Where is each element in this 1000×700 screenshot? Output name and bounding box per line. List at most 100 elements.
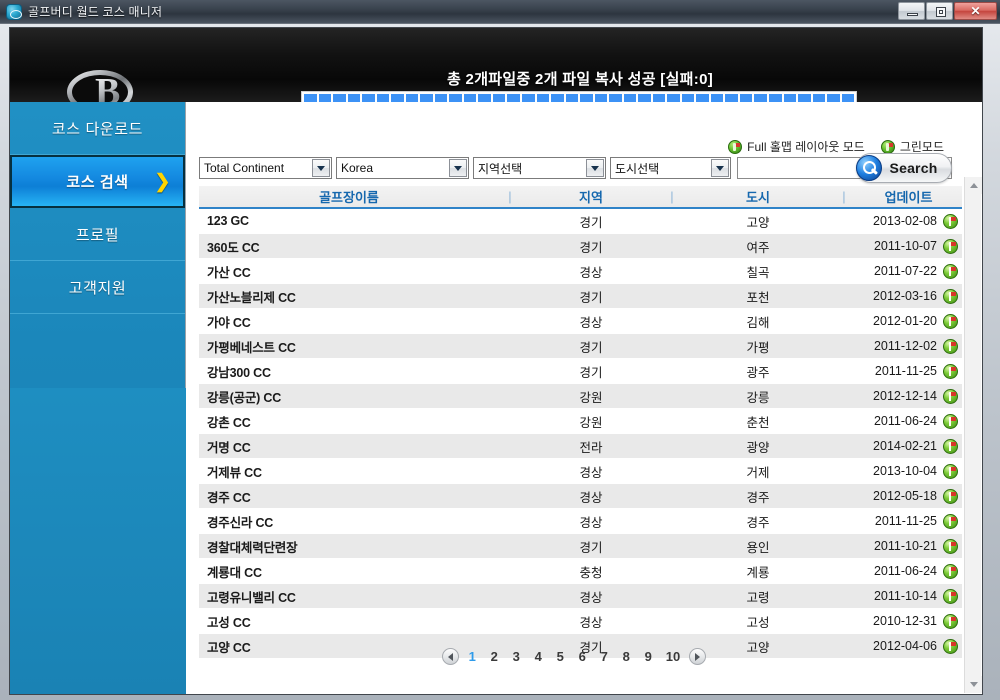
cell-spacer <box>833 434 855 458</box>
table-row[interactable]: 경주 CC 경상 경주 2012-05-18 <box>199 484 962 509</box>
green-flag-icon[interactable] <box>943 588 958 604</box>
table-row[interactable]: 계룡대 CC 충청 계룡 2011-06-24 <box>199 559 962 584</box>
minimize-button[interactable] <box>898 2 925 20</box>
scroll-down-icon[interactable] <box>965 676 982 693</box>
table-row[interactable]: 고령유니밸리 CC 경상 고령 2011-10-14 <box>199 584 962 609</box>
cell-spacer <box>499 359 521 383</box>
cell-spacer <box>833 609 855 633</box>
progress-segment <box>609 94 622 102</box>
cell-spacer <box>833 459 855 483</box>
pagination-page-8[interactable]: 8 <box>622 649 631 664</box>
green-flag-icon[interactable] <box>943 338 958 354</box>
update-date: 2012-03-16 <box>873 289 937 303</box>
green-flag-icon[interactable] <box>943 438 958 454</box>
cell-spacer <box>499 584 521 608</box>
progress-segment <box>492 94 506 102</box>
sidebar-item-profile[interactable]: 프로필 <box>10 208 185 261</box>
progress-segment <box>347 94 361 102</box>
update-date: 2012-12-14 <box>873 389 937 403</box>
cell-region: 경상 <box>579 265 603 280</box>
green-flag-icon <box>728 139 743 154</box>
sidebar-item-label: 고객지원 <box>68 279 127 297</box>
cell-course-name: 거명 CC <box>207 440 251 455</box>
table-row[interactable]: 123 GC 경기 고양 2013-02-08 <box>199 209 962 234</box>
cell-spacer <box>833 209 855 233</box>
cell-updated: 2011-11-25 <box>855 509 962 533</box>
green-flag-icon[interactable] <box>943 263 958 279</box>
column-header-region[interactable]: 지역 <box>521 186 661 207</box>
green-flag-icon[interactable] <box>943 538 958 554</box>
table-row[interactable]: 가평베네스트 CC 경기 가평 2011-12-02 <box>199 334 962 359</box>
pagination-page-1[interactable]: 1 <box>468 649 477 664</box>
table-row[interactable]: 360도 CC 경기 여주 2011-10-07 <box>199 234 962 259</box>
vertical-scrollbar[interactable] <box>964 177 982 693</box>
column-header-city[interactable]: 도시 <box>683 186 833 207</box>
green-flag-icon[interactable] <box>943 513 958 529</box>
sidebar-item-support[interactable]: 고객지원 <box>10 261 185 314</box>
pagination-prev-button[interactable] <box>441 648 459 665</box>
copy-status-text: 총 2개파일중 2개 파일 복사 성공 [실패:0] <box>446 71 714 88</box>
maximize-button[interactable] <box>926 2 953 20</box>
continent-select[interactable]: Total Continent <box>199 157 332 179</box>
table-row[interactable]: 가야 CC 경상 김해 2012-01-20 <box>199 309 962 334</box>
progress-segment <box>580 94 593 102</box>
green-flag-icon[interactable] <box>943 213 958 229</box>
table-row[interactable]: 경주신라 CC 경상 경주 2011-11-25 <box>199 509 962 534</box>
scroll-up-icon[interactable] <box>965 177 982 194</box>
chevron-down-icon <box>312 159 330 177</box>
cell-updated: 2011-10-07 <box>855 234 962 258</box>
city-select[interactable]: 도시선택 <box>610 157 731 179</box>
pagination-page-4[interactable]: 4 <box>534 649 543 664</box>
country-select-value: Korea <box>341 161 374 175</box>
search-button[interactable]: Search <box>856 153 952 183</box>
green-flag-icon[interactable] <box>943 563 958 579</box>
green-flag-icon[interactable] <box>943 388 958 404</box>
table-row[interactable]: 강촌 CC 강원 춘천 2011-06-24 <box>199 409 962 434</box>
region-select[interactable]: 지역선택 <box>473 157 606 179</box>
table-row[interactable]: 강릉(공군) CC 강원 강릉 2012-12-14 <box>199 384 962 409</box>
minimize-icon <box>907 13 918 16</box>
pagination-page-5[interactable]: 5 <box>556 649 565 664</box>
pagination-page-10[interactable]: 10 <box>666 649 680 664</box>
table-row[interactable]: 고성 CC 경상 고성 2010-12-31 <box>199 609 962 634</box>
table-row[interactable]: 강남300 CC 경기 광주 2011-11-25 <box>199 359 962 384</box>
green-flag-icon[interactable] <box>943 288 958 304</box>
city-select-value: 도시선택 <box>615 161 660 176</box>
full-holemap-mode-toggle[interactable]: Full 홀맵 레이아웃 모드 <box>728 138 865 155</box>
close-button[interactable]: ✕ <box>954 2 997 20</box>
table-row[interactable]: 가산 CC 경상 칠곡 2011-07-22 <box>199 259 962 284</box>
table-row[interactable]: 가산노블리제 CC 경기 포천 2012-03-16 <box>199 284 962 309</box>
green-flag-icon[interactable] <box>943 238 958 254</box>
green-flag-icon[interactable] <box>943 488 958 504</box>
cell-region: 경기 <box>579 215 603 230</box>
cell-spacer <box>499 609 521 633</box>
sidebar-item-course-download[interactable]: 코스 다운로드 <box>10 102 185 155</box>
pagination-page-2[interactable]: 2 <box>490 649 499 664</box>
green-flag-icon[interactable] <box>943 413 958 429</box>
pagination-page-9[interactable]: 9 <box>644 649 653 664</box>
cell-spacer <box>661 234 683 258</box>
window-controls: ✕ <box>898 2 997 20</box>
cell-spacer <box>661 534 683 558</box>
green-flag-icon[interactable] <box>943 313 958 329</box>
country-select[interactable]: Korea <box>336 157 469 179</box>
pagination-next-button[interactable] <box>689 648 707 665</box>
table-row[interactable]: 거제뷰 CC 경상 거제 2013-10-04 <box>199 459 962 484</box>
progress-segment <box>725 94 738 102</box>
pagination-page-7[interactable]: 7 <box>600 649 609 664</box>
sidebar-item-course-search[interactable]: 코스 검색 ❯ <box>10 155 185 208</box>
green-flag-icon[interactable] <box>943 613 958 629</box>
pagination-page-3[interactable]: 3 <box>512 649 521 664</box>
column-header-updated[interactable]: 업데이트 <box>855 186 962 207</box>
cell-region: 경기 <box>579 340 603 355</box>
table-row[interactable]: 경찰대체력단련장 경기 용인 2011-10-21 <box>199 534 962 559</box>
cell-updated: 2013-10-04 <box>855 459 962 483</box>
table-row[interactable]: 거명 CC 전라 광양 2014-02-21 <box>199 434 962 459</box>
cell-spacer <box>661 459 683 483</box>
green-flag-icon[interactable] <box>943 363 958 379</box>
brand-logo: B <box>67 70 133 102</box>
column-header-name[interactable]: 골프장이름 <box>199 186 499 207</box>
green-flag-icon[interactable] <box>943 463 958 479</box>
cell-city: 고령 <box>746 590 770 605</box>
pagination-page-6[interactable]: 6 <box>578 649 587 664</box>
